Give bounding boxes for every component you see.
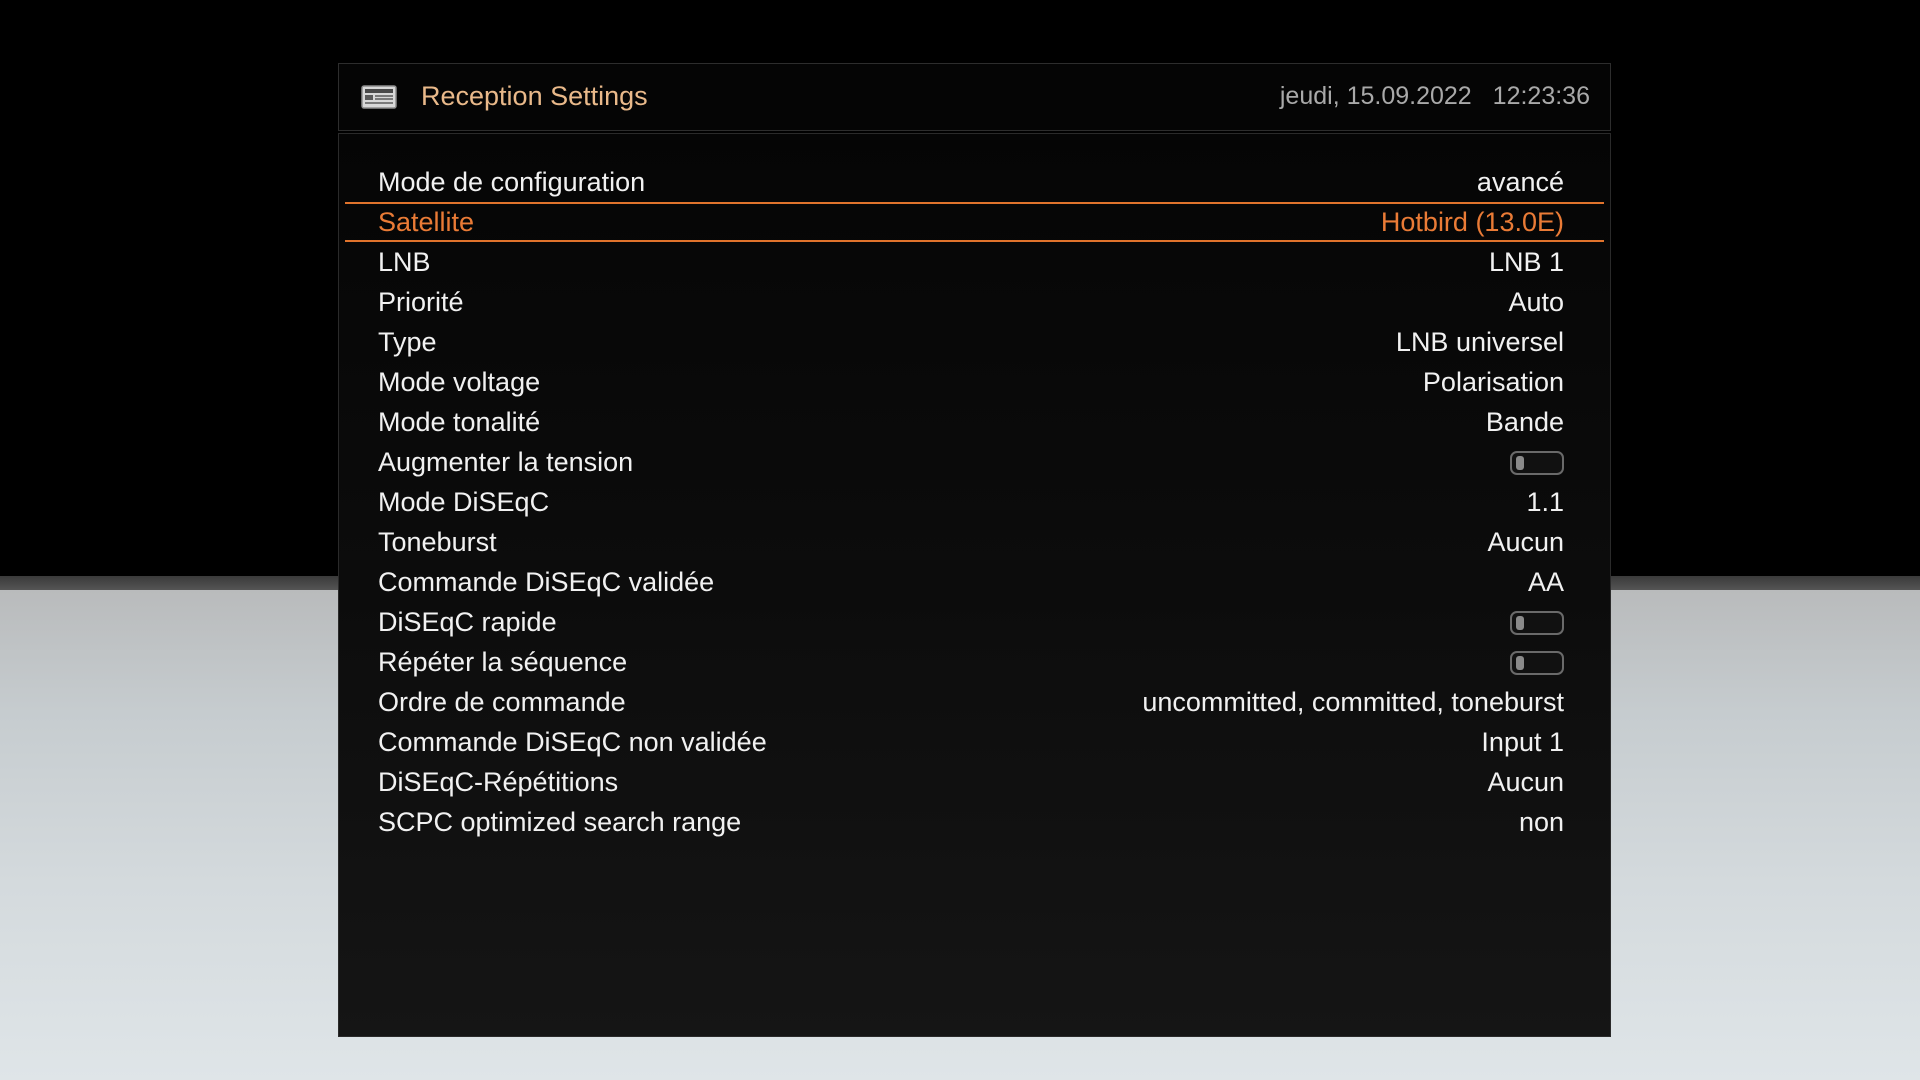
setting-label: Priorité — [378, 287, 464, 317]
setting-value: Polarisation — [1422, 367, 1564, 397]
setting-row-lnb[interactable]: LNB LNB 1 — [345, 242, 1604, 282]
setting-value: Hotbird (13.0E) — [1380, 207, 1564, 237]
setting-label: Type — [378, 327, 437, 357]
setting-row-diseqc-repetitions[interactable]: DiSEqC-Répétitions Aucun — [345, 762, 1604, 802]
settings-screen-icon — [361, 85, 397, 109]
setting-row-toneburst[interactable]: Toneburst Aucun — [345, 522, 1604, 562]
page-title: Reception Settings — [421, 81, 648, 111]
setting-row-mode-voltage[interactable]: Mode voltage Polarisation — [345, 362, 1604, 402]
setting-value: AA — [1527, 567, 1564, 597]
setting-label: LNB — [378, 247, 431, 277]
setting-value: LNB universel — [1395, 327, 1564, 357]
time-text: 12:23:36 — [1492, 82, 1590, 110]
setting-value: Bande — [1485, 407, 1564, 437]
setting-label: Mode voltage — [378, 367, 541, 397]
setting-row-type[interactable]: Type LNB universel — [345, 322, 1604, 362]
setting-row-commande-diseqc-validee[interactable]: Commande DiSEqC validée AA — [345, 562, 1604, 602]
setting-row-commande-diseqc-non-validee[interactable]: Commande DiSEqC non validée Input 1 — [345, 722, 1604, 762]
setting-value: Auto — [1508, 287, 1564, 317]
setting-label: Mode de configuration — [378, 167, 646, 197]
settings-list: Mode de configuration avancé Satellite Hotb… — [345, 162, 1604, 842]
toggle-knob — [1516, 656, 1524, 670]
setting-row-ordre-de-commande[interactable]: Ordre de commande uncommitted, committed,… — [345, 682, 1604, 722]
toggle-knob — [1516, 456, 1524, 470]
setting-label: Satellite — [378, 207, 475, 237]
setting-value: avancé — [1476, 167, 1564, 197]
setting-value: LNB 1 — [1488, 247, 1564, 277]
setting-row-augmenter-la-tension[interactable]: Augmenter la tension — [345, 442, 1604, 482]
setting-label: DiSEqC rapide — [378, 607, 557, 637]
setting-value: Aucun — [1487, 527, 1564, 557]
setting-row-satellite[interactable]: Satellite Hotbird (13.0E) — [345, 202, 1604, 242]
setting-label: Toneburst — [378, 527, 497, 557]
reception-settings-window: Reception Settings jeudi, 15.09.2022 12:… — [338, 63, 1611, 1037]
setting-value: non — [1518, 807, 1564, 837]
settings-panel: Mode de configuration avancé Satellite Hotb… — [338, 133, 1611, 1037]
setting-label: Ordre de commande — [378, 687, 626, 717]
setting-value: Input 1 — [1481, 727, 1564, 757]
setting-label: Commande DiSEqC non validée — [378, 727, 767, 757]
setting-label: Répéter la séquence — [378, 647, 628, 677]
clock: jeudi, 15.09.2022 12:23:36 — [1280, 79, 1590, 113]
setting-row-priorite[interactable]: Priorité Auto — [345, 282, 1604, 322]
setting-row-mode-diseqc[interactable]: Mode DiSEqC 1.1 — [345, 482, 1604, 522]
setting-value: 1.1 — [1526, 487, 1564, 517]
toggle-switch[interactable] — [1510, 651, 1564, 675]
toggle-switch[interactable] — [1510, 611, 1564, 635]
toggle-switch[interactable] — [1510, 451, 1564, 475]
setting-row-mode-de-configuration[interactable]: Mode de configuration avancé — [345, 162, 1604, 202]
setting-label: DiSEqC-Répétitions — [378, 767, 619, 797]
setting-label: Commande DiSEqC validée — [378, 567, 715, 597]
setting-label: Mode tonalité — [378, 407, 541, 437]
setting-row-diseqc-rapide[interactable]: DiSEqC rapide — [345, 602, 1604, 642]
setting-label: SCPC optimized search range — [378, 807, 742, 837]
setting-label: Augmenter la tension — [378, 447, 634, 477]
setting-row-mode-tonalite[interactable]: Mode tonalité Bande — [345, 402, 1604, 442]
date-text: jeudi, 15.09.2022 — [1279, 82, 1472, 110]
setting-label: Mode DiSEqC — [378, 487, 550, 517]
toggle-knob — [1516, 616, 1524, 630]
setting-row-scpc-optimized-search-range[interactable]: SCPC optimized search range non — [345, 802, 1604, 842]
setting-value: Aucun — [1487, 767, 1564, 797]
setting-value: uncommitted, committed, toneburst — [1142, 687, 1564, 717]
setting-row-repeter-la-sequence[interactable]: Répéter la séquence — [345, 642, 1604, 682]
title-bar: Reception Settings jeudi, 15.09.2022 12:… — [338, 63, 1611, 131]
